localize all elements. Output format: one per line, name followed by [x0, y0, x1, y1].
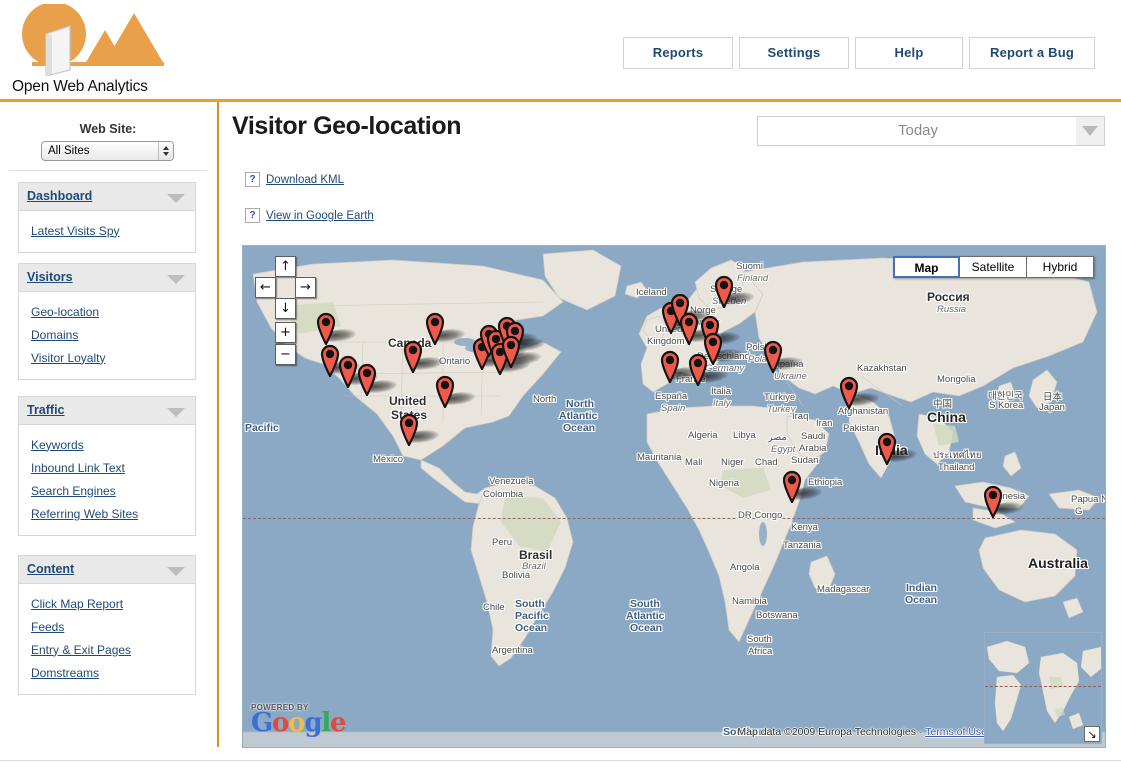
pan-right-icon[interactable]: → [295, 277, 316, 298]
map-overview-minimap[interactable]: ↘ [984, 632, 1102, 744]
chevron-down-icon[interactable] [167, 408, 185, 417]
sidebar-item-search-engines[interactable]: Search Engines [19, 479, 195, 502]
zoom-out-button[interactable]: − [275, 344, 296, 365]
map-marker-central-canada[interactable] [424, 311, 470, 345]
app-logo[interactable]: Open Web Analytics [12, 4, 212, 99]
sidebar-group-title[interactable]: Traffic [27, 403, 65, 417]
date-range-value[interactable]: Today [758, 117, 1078, 145]
map-type-button-satellite[interactable]: Satellite [960, 256, 1027, 278]
map-marker-us-mountain[interactable] [402, 339, 448, 373]
view-in-google-earth-link[interactable]: View in Google Earth [266, 210, 374, 222]
pan-left-icon[interactable]: ← [255, 277, 276, 298]
sidebar-group-visitors: Visitors Geo-location Domains Visitor Lo… [18, 263, 196, 380]
sidebar-content-divider [217, 102, 219, 747]
terms-of-use-link[interactable]: Terms of Use [925, 726, 987, 738]
nav-button-reports[interactable]: Reports [623, 37, 733, 69]
page-title: Visitor Geo-location [232, 112, 462, 140]
page-bottom-divider [0, 760, 1121, 761]
sidebar-group-header-dashboard[interactable]: Dashboard [18, 182, 196, 210]
map-marker-western-canada[interactable] [315, 311, 361, 345]
chevron-down-icon[interactable] [167, 194, 185, 203]
map-type-button-hybrid[interactable]: Hybrid [1027, 256, 1094, 278]
world-map[interactable]: IcelandCanadaUnitedStatesMéxicoNorthAtla… [242, 245, 1106, 748]
map-marker-france-spain[interactable] [659, 349, 705, 383]
sidebar-group-content: Content Click Map Report Feeds Entry & E… [18, 555, 196, 695]
map-attribution-text: Map data ©2009 Europa Technologies - [737, 726, 926, 738]
app-logo-text: Open Web Analytics [12, 78, 148, 95]
pan-up-icon[interactable]: ↑ [275, 256, 296, 277]
sidebar-group-title[interactable]: Visitors [27, 270, 73, 284]
website-selector[interactable]: All Sites [41, 141, 174, 161]
owa-mountain-door-logo-icon [22, 4, 164, 76]
map-marker-germany-west[interactable] [678, 311, 724, 345]
nav-button-report-a-bug[interactable]: Report a Bug [969, 37, 1095, 69]
google-wordmark: Google [251, 708, 347, 738]
sidebar-group-header-visitors[interactable]: Visitors [18, 263, 196, 291]
map-type-button-map[interactable]: Map [893, 256, 960, 278]
map-pan-zoom-controls: ↑ ← → ↓ + − [255, 256, 316, 365]
map-marker-kenya[interactable] [781, 469, 827, 503]
download-kml-link[interactable]: Download KML [266, 174, 344, 186]
app-header: Open Web Analytics Reports Settings Help… [0, 0, 1121, 102]
map-marker-italy[interactable] [687, 352, 733, 386]
sidebar-group-body: Latest Visits Spy [18, 210, 196, 253]
pan-down-icon[interactable]: ↓ [275, 298, 296, 319]
broken-image-icon: ? [245, 172, 260, 187]
sidebar-item-latest-visits-spy[interactable]: Latest Visits Spy [19, 219, 195, 242]
map-marker-mexico[interactable] [398, 412, 444, 446]
sidebar-group-body: Keywords Inbound Link Text Search Engine… [18, 424, 196, 536]
date-range-selector[interactable]: Today [757, 116, 1105, 146]
sidebar-group-body: Click Map Report Feeds Entry & Exit Page… [18, 583, 196, 695]
chevron-down-icon[interactable] [1076, 117, 1104, 145]
website-select-stepper-icon[interactable] [158, 142, 173, 160]
nav-button-settings[interactable]: Settings [739, 37, 849, 69]
map-type-toggle: Map Satellite Hybrid [893, 256, 1094, 278]
sidebar-item-keywords[interactable]: Keywords [19, 433, 195, 456]
map-marker-pakistan[interactable] [838, 375, 884, 409]
map-marker-us-northeast-d[interactable] [500, 334, 546, 368]
sidebar-item-inbound-link-text[interactable]: Inbound Link Text [19, 456, 195, 479]
sidebar-item-visitor-loyalty[interactable]: Visitor Loyalty [19, 346, 195, 369]
sidebar-item-domains[interactable]: Domains [19, 323, 195, 346]
nav-button-help[interactable]: Help [855, 37, 963, 69]
sidebar-item-referring-web-sites[interactable]: Referring Web Sites [19, 502, 195, 525]
map-marker-india-south[interactable] [876, 431, 922, 465]
sidebar-item-click-map-report[interactable]: Click Map Report [19, 592, 195, 615]
sidebar-group-title[interactable]: Dashboard [27, 189, 92, 203]
sidebar-item-geo-location[interactable]: Geo-location [19, 300, 195, 323]
map-marker-us-south[interactable] [434, 374, 480, 408]
sidebar-divider [9, 170, 207, 171]
sidebar-item-entry-exit-pages[interactable]: Entry & Exit Pages [19, 638, 195, 661]
sidebar-group-traffic: Traffic Keywords Inbound Link Text Searc… [18, 396, 196, 536]
google-logo[interactable]: POWERED BY Google [251, 703, 347, 739]
broken-image-icon: ? [245, 208, 260, 223]
website-select-value[interactable]: All Sites [41, 141, 174, 161]
website-selector-label: Web Site: [79, 122, 137, 136]
sidebar-item-domstreams[interactable]: Domstreams [19, 661, 195, 684]
sidebar-group-header-traffic[interactable]: Traffic [18, 396, 196, 424]
main-content: Visitor Geo-location Today ? Download KM… [228, 102, 1121, 757]
sidebar-item-feeds[interactable]: Feeds [19, 615, 195, 638]
map-marker-california-south[interactable] [356, 362, 402, 396]
map-marker-indonesia[interactable] [982, 484, 1028, 518]
map-marker-turkey[interactable] [762, 339, 808, 373]
zoom-in-button[interactable]: + [275, 322, 296, 343]
chevron-down-icon[interactable] [167, 275, 185, 284]
sidebar-group-header-content[interactable]: Content [18, 555, 196, 583]
top-navigation: Reports Settings Help Report a Bug [623, 37, 1095, 69]
map-attribution: Map data ©2009 Europa Technologies - Ter… [737, 726, 987, 738]
minimap-equator-line [985, 686, 1101, 687]
sidebar-group-title[interactable]: Content [27, 562, 74, 576]
sidebar-group-body: Geo-location Domains Visitor Loyalty [18, 291, 196, 380]
resize-handle-icon[interactable]: ↘ [1084, 726, 1100, 742]
map-marker-norway-sweden[interactable] [713, 274, 759, 308]
sidebar-group-dashboard: Dashboard Latest Visits Spy [18, 182, 196, 253]
chevron-down-icon[interactable] [167, 567, 185, 576]
